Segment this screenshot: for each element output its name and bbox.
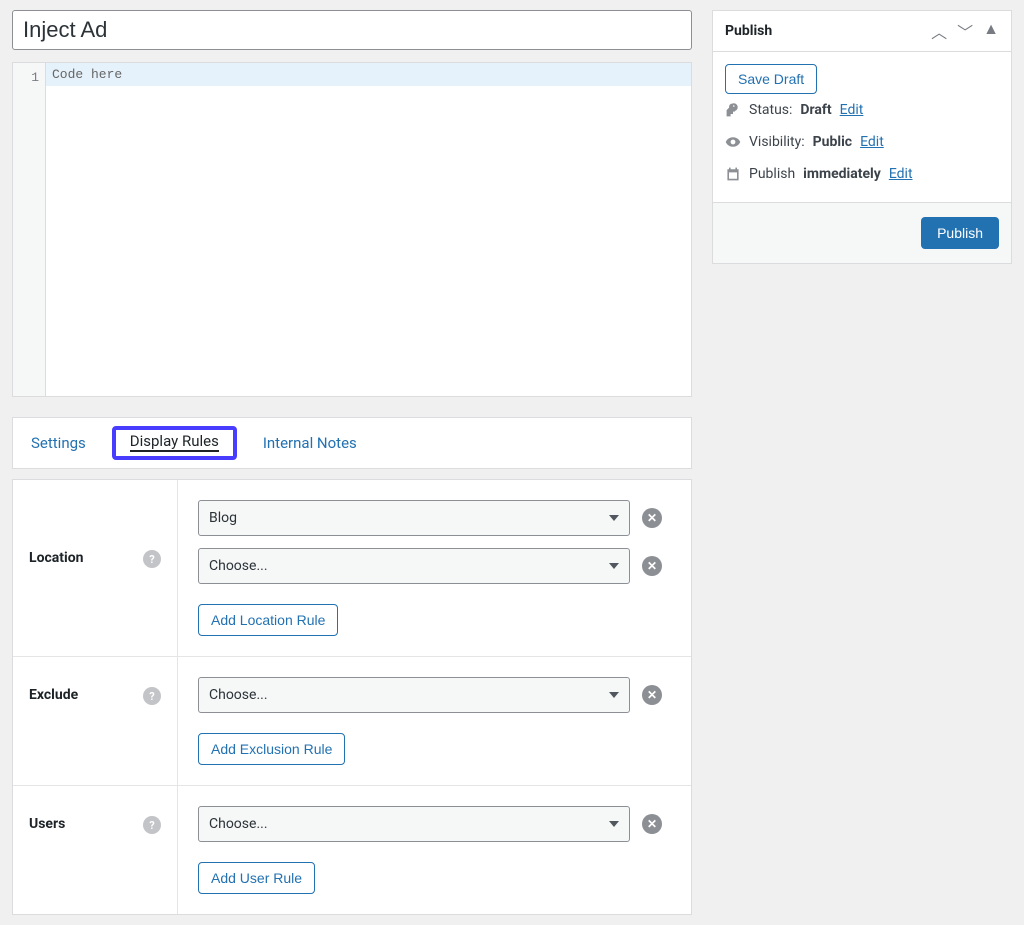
rule-row-users: Users ? Choose... ✕ Add User Rule	[13, 786, 691, 914]
users-select-0[interactable]: Choose...	[198, 806, 630, 842]
chevron-down-icon	[609, 515, 619, 521]
edit-visibility-link[interactable]: Edit	[860, 134, 884, 150]
status-label: Status:	[749, 102, 792, 118]
eye-icon	[725, 134, 741, 150]
select-value: Choose...	[209, 687, 268, 703]
help-icon[interactable]: ?	[143, 687, 161, 705]
publish-footer: Publish	[713, 202, 1011, 263]
rule-content-location: Blog ✕ Choose... ✕ Add Location Rule	[178, 480, 691, 656]
chevron-down-icon	[609, 821, 619, 827]
code-editor[interactable]: 1 Code here	[12, 62, 692, 397]
help-icon[interactable]: ?	[143, 816, 161, 834]
edit-schedule-link[interactable]: Edit	[889, 166, 913, 182]
tab-internal-notes[interactable]: Internal Notes	[263, 430, 357, 456]
visibility-label: Visibility:	[749, 134, 805, 150]
rule-row-location: Location ? Blog ✕ Choose...	[13, 480, 691, 657]
edit-status-link[interactable]: Edit	[840, 102, 864, 118]
sidebar: Publish ︿ ﹀ ▲ Save Draft Status: Draft E…	[712, 10, 1012, 264]
schedule-value: immediately	[803, 166, 881, 182]
remove-rule-icon[interactable]: ✕	[642, 508, 662, 528]
collapse-icon[interactable]: ▲	[983, 19, 999, 43]
rule-label-exclude-text: Exclude	[29, 687, 78, 703]
rule-label-location: Location ?	[13, 480, 178, 656]
rules-table: Location ? Blog ✕ Choose...	[12, 479, 692, 915]
chevron-down-icon	[609, 563, 619, 569]
tabs-box: Settings Display Rules Internal Notes	[12, 417, 692, 469]
publish-header: Publish ︿ ﹀ ▲	[713, 11, 1011, 52]
remove-rule-icon[interactable]: ✕	[642, 814, 662, 834]
move-up-icon[interactable]: ︿	[931, 19, 947, 43]
post-title-input[interactable]	[12, 10, 692, 50]
code-gutter: 1	[13, 63, 46, 396]
publish-button[interactable]: Publish	[921, 217, 999, 249]
location-select-0[interactable]: Blog	[198, 500, 630, 536]
schedule-line: Publish immediately Edit	[725, 158, 999, 190]
publish-body: Save Draft Status: Draft Edit Visibility…	[713, 52, 1011, 202]
add-location-rule-button[interactable]: Add Location Rule	[198, 604, 338, 636]
tab-display-rules[interactable]: Display Rules	[112, 426, 237, 460]
rule-label-location-text: Location	[29, 550, 83, 566]
rule-label-users: Users ?	[13, 786, 178, 914]
select-value: Blog	[209, 510, 237, 526]
help-icon[interactable]: ?	[143, 550, 161, 568]
location-select-1[interactable]: Choose...	[198, 548, 630, 584]
main-column: 1 Code here Settings Display Rules Inter…	[12, 10, 692, 915]
tab-settings[interactable]: Settings	[31, 430, 86, 456]
add-user-rule-button[interactable]: Add User Rule	[198, 862, 315, 894]
remove-rule-icon[interactable]: ✕	[642, 685, 662, 705]
status-line: Status: Draft Edit	[725, 94, 999, 126]
save-draft-button[interactable]: Save Draft	[725, 64, 817, 94]
code-placeholder: Code here	[46, 63, 691, 86]
status-value: Draft	[800, 102, 831, 118]
exclude-select-0[interactable]: Choose...	[198, 677, 630, 713]
rule-label-users-text: Users	[29, 816, 65, 832]
code-area[interactable]: Code here	[46, 63, 691, 396]
visibility-value: Public	[813, 134, 852, 150]
chevron-down-icon	[609, 692, 619, 698]
calendar-icon	[725, 166, 741, 182]
publish-metabox: Publish ︿ ﹀ ▲ Save Draft Status: Draft E…	[712, 10, 1012, 264]
add-exclusion-rule-button[interactable]: Add Exclusion Rule	[198, 733, 345, 765]
rule-content-users: Choose... ✕ Add User Rule	[178, 786, 691, 914]
visibility-line: Visibility: Public Edit	[725, 126, 999, 158]
remove-rule-icon[interactable]: ✕	[642, 556, 662, 576]
tab-active-underline	[130, 450, 219, 452]
publish-title: Publish	[725, 23, 772, 39]
select-value: Choose...	[209, 558, 268, 574]
select-value: Choose...	[209, 816, 268, 832]
line-number: 1	[13, 69, 39, 87]
move-down-icon[interactable]: ﹀	[957, 19, 973, 43]
rule-content-exclude: Choose... ✕ Add Exclusion Rule	[178, 657, 691, 785]
key-icon	[725, 102, 741, 118]
rule-label-exclude: Exclude ?	[13, 657, 178, 785]
rule-row-exclude: Exclude ? Choose... ✕ Add Exclusion Rule	[13, 657, 691, 786]
schedule-prefix: Publish	[749, 166, 795, 182]
